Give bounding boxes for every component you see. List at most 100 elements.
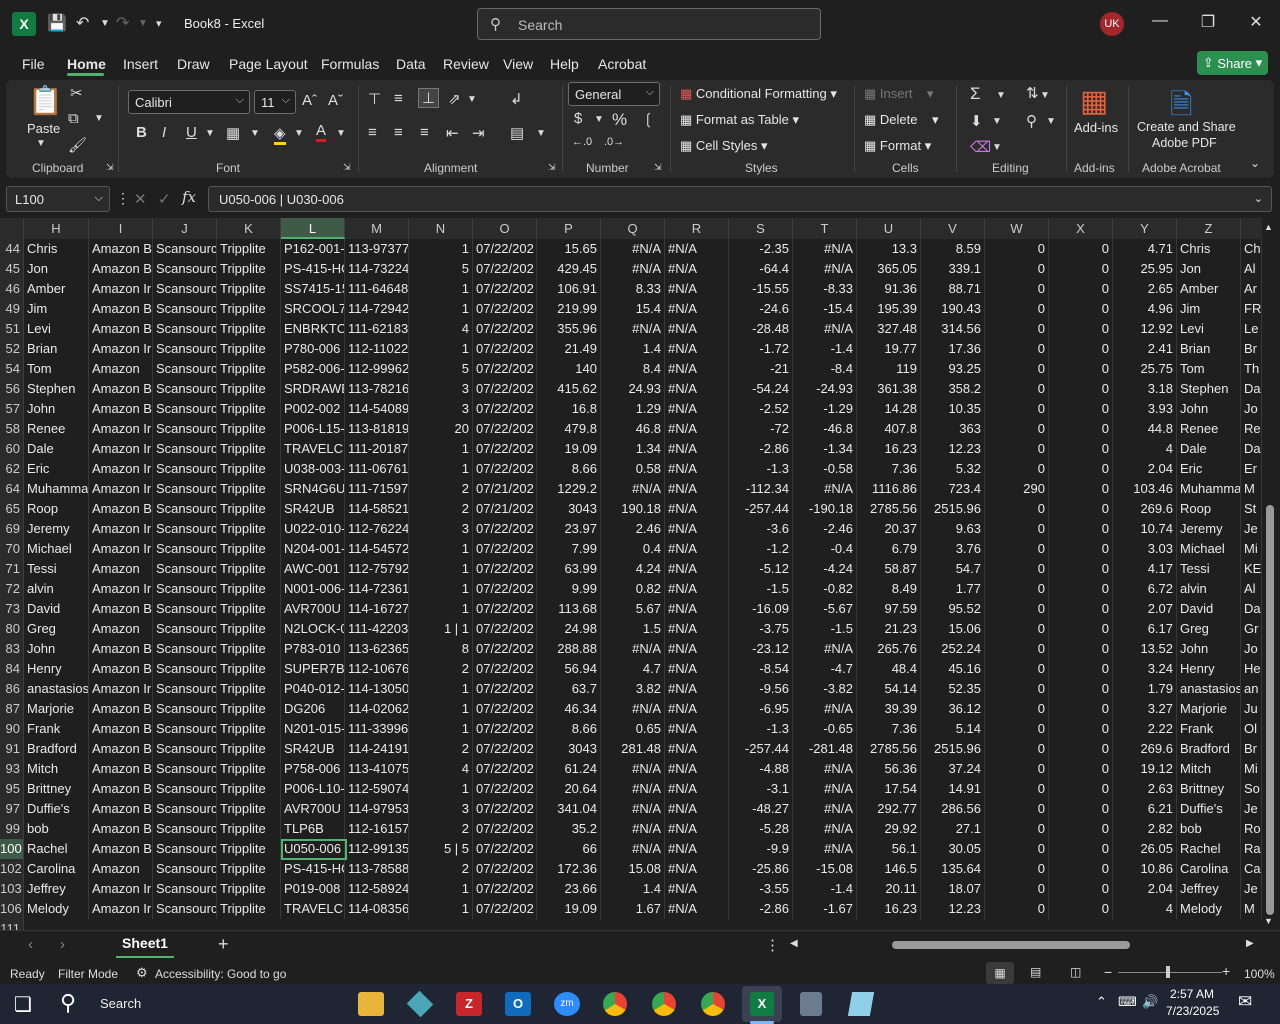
cell-H90[interactable]: Frank bbox=[24, 719, 89, 739]
cell-O49[interactable]: 07/22/202 bbox=[473, 299, 537, 319]
cell-H103[interactable]: Jeffrey bbox=[24, 879, 89, 899]
cell-X72[interactable]: 0 bbox=[1049, 579, 1113, 599]
cell-I69[interactable]: Amazon Ir bbox=[89, 519, 153, 539]
cell-L58[interactable]: P006-L15- bbox=[281, 419, 345, 439]
cell-P99[interactable]: 35.2 bbox=[537, 819, 601, 839]
cell-Z57[interactable]: John bbox=[1177, 399, 1241, 419]
confirm-entry-icon[interactable]: ✓ bbox=[158, 190, 171, 208]
cell-W106[interactable]: 0 bbox=[985, 899, 1049, 919]
format-cells-button[interactable]: ▦ Format ▾ bbox=[864, 138, 931, 154]
cell-U51[interactable]: 327.48 bbox=[857, 319, 921, 339]
cell-X45[interactable]: 0 bbox=[1049, 259, 1113, 279]
cell-undefined83[interactable]: Jo bbox=[1241, 639, 1262, 659]
cell-S56[interactable]: -54.24 bbox=[729, 379, 793, 399]
cell-O86[interactable]: 07/22/202 bbox=[473, 679, 537, 699]
tab-view[interactable]: View bbox=[503, 56, 533, 72]
cell-undefined93[interactable]: Mi bbox=[1241, 759, 1262, 779]
cell-P58[interactable]: 479.8 bbox=[537, 419, 601, 439]
cell-K72[interactable]: Tripplite bbox=[217, 579, 281, 599]
cell-Y90[interactable]: 2.22 bbox=[1113, 719, 1177, 739]
cell-Q90[interactable]: 0.65 bbox=[601, 719, 665, 739]
cell-M80[interactable]: 111-42203 bbox=[345, 619, 409, 639]
cell-R86[interactable]: #N/A bbox=[665, 679, 729, 699]
cell-I90[interactable]: Amazon B bbox=[89, 719, 153, 739]
tab-review[interactable]: Review bbox=[443, 56, 489, 72]
tab-draw[interactable]: Draw bbox=[177, 56, 210, 72]
cell-O93[interactable]: 07/22/202 bbox=[473, 759, 537, 779]
cell-R65[interactable]: #N/A bbox=[665, 499, 729, 519]
cell-W99[interactable]: 0 bbox=[985, 819, 1049, 839]
row-header[interactable]: 70 bbox=[0, 539, 24, 559]
cell-O103[interactable]: 07/22/202 bbox=[473, 879, 537, 899]
cell-V57[interactable]: 10.35 bbox=[921, 399, 985, 419]
cell-M102[interactable]: 113-78588 bbox=[345, 859, 409, 879]
cell-Z46[interactable]: Amber bbox=[1177, 279, 1241, 299]
cell-V84[interactable]: 45.16 bbox=[921, 659, 985, 679]
cell-S106[interactable]: -2.86 bbox=[729, 899, 793, 919]
cell-R56[interactable]: #N/A bbox=[665, 379, 729, 399]
row-header[interactable]: 52 bbox=[0, 339, 24, 359]
cell-O60[interactable]: 07/22/202 bbox=[473, 439, 537, 459]
cell-O100[interactable]: 07/22/202 bbox=[473, 839, 537, 859]
cell-M106[interactable]: 114-08356 bbox=[345, 899, 409, 919]
cell-X83[interactable]: 0 bbox=[1049, 639, 1113, 659]
cell-Q83[interactable]: #N/A bbox=[601, 639, 665, 659]
format-painter-icon[interactable]: 🖌 bbox=[68, 136, 87, 154]
cell-L65[interactable]: SR42UB bbox=[281, 499, 345, 519]
cell-undefined99[interactable]: Ro bbox=[1241, 819, 1262, 839]
cell-N57[interactable]: 3 bbox=[409, 399, 473, 419]
minimize-icon[interactable]: — bbox=[1145, 12, 1175, 30]
chrome-icon[interactable] bbox=[652, 992, 676, 1016]
cell-Z90[interactable]: Frank bbox=[1177, 719, 1241, 739]
cell-X70[interactable]: 0 bbox=[1049, 539, 1113, 559]
cell-P83[interactable]: 288.88 bbox=[537, 639, 601, 659]
cell-L57[interactable]: P002-002 bbox=[281, 399, 345, 419]
cell-R95[interactable]: #N/A bbox=[665, 779, 729, 799]
close-icon[interactable]: ✕ bbox=[1241, 12, 1271, 32]
cell-Q56[interactable]: 24.93 bbox=[601, 379, 665, 399]
cell-X44[interactable]: 0 bbox=[1049, 239, 1113, 259]
cell-Z100[interactable]: Rachel bbox=[1177, 839, 1241, 859]
cell-M83[interactable]: 113-62365 bbox=[345, 639, 409, 659]
more-icon[interactable]: ⋮ bbox=[116, 190, 130, 207]
cell-X51[interactable]: 0 bbox=[1049, 319, 1113, 339]
row-header[interactable]: 65 bbox=[0, 499, 24, 519]
cell-U64[interactable]: 1116.86 bbox=[857, 479, 921, 499]
cell-K69[interactable]: Tripplite bbox=[217, 519, 281, 539]
cell-U44[interactable]: 13.3 bbox=[857, 239, 921, 259]
merge-dropdown-icon[interactable]: ▼ bbox=[536, 128, 546, 139]
cell-T87[interactable]: #N/A bbox=[793, 699, 857, 719]
cell-Z99[interactable]: bob bbox=[1177, 819, 1241, 839]
row-header[interactable]: 69 bbox=[0, 519, 24, 539]
cell-P102[interactable]: 172.36 bbox=[537, 859, 601, 879]
cell-N49[interactable]: 1 bbox=[409, 299, 473, 319]
cell-U95[interactable]: 17.54 bbox=[857, 779, 921, 799]
number-format-select[interactable]: General ⌵ bbox=[568, 82, 660, 106]
cell-R91[interactable]: #N/A bbox=[665, 739, 729, 759]
cell-K91[interactable]: Tripplite bbox=[217, 739, 281, 759]
cell-R97[interactable]: #N/A bbox=[665, 799, 729, 819]
taskbar-search[interactable]: Search bbox=[100, 996, 141, 1011]
cell-H72[interactable]: alvin bbox=[24, 579, 89, 599]
cell-H51[interactable]: Levi bbox=[24, 319, 89, 339]
cell-Q99[interactable]: #N/A bbox=[601, 819, 665, 839]
cell-X106[interactable]: 0 bbox=[1049, 899, 1113, 919]
cell-H44[interactable]: Chris bbox=[24, 239, 89, 259]
cell-M71[interactable]: 112-75792 bbox=[345, 559, 409, 579]
cell-X97[interactable]: 0 bbox=[1049, 799, 1113, 819]
column-header-O[interactable]: O bbox=[473, 218, 537, 239]
orientation-dropdown-icon[interactable]: ▼ bbox=[467, 94, 477, 105]
cell-X49[interactable]: 0 bbox=[1049, 299, 1113, 319]
cell-N44[interactable]: 1 bbox=[409, 239, 473, 259]
cell-W86[interactable]: 0 bbox=[985, 679, 1049, 699]
row-header[interactable]: 83 bbox=[0, 639, 24, 659]
cell-T60[interactable]: -1.34 bbox=[793, 439, 857, 459]
column-header-V[interactable]: V bbox=[921, 218, 985, 239]
cell-Y62[interactable]: 2.04 bbox=[1113, 459, 1177, 479]
tray-chevron-icon[interactable]: ⌃ bbox=[1096, 994, 1107, 1010]
column-header-R[interactable]: R bbox=[665, 218, 729, 239]
cell-S103[interactable]: -3.55 bbox=[729, 879, 793, 899]
cell-V97[interactable]: 286.56 bbox=[921, 799, 985, 819]
cell-undefined95[interactable]: So bbox=[1241, 779, 1262, 799]
cell-S86[interactable]: -9.56 bbox=[729, 679, 793, 699]
